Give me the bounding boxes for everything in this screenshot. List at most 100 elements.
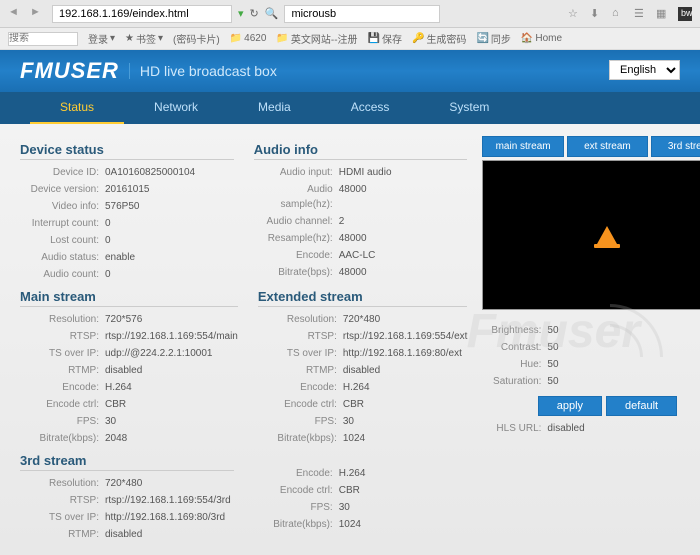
vlc-cone-icon bbox=[597, 226, 617, 244]
ts3-rtsp-value: rtsp://192.168.1.169:554/3rd bbox=[105, 493, 231, 508]
audio-encode-value: AAC-LC bbox=[339, 248, 376, 263]
url-input[interactable] bbox=[52, 5, 232, 23]
interrupt-count-value: 0 bbox=[105, 216, 111, 231]
home-item[interactable]: 🏠 Home bbox=[521, 33, 562, 44]
bookmarks-item[interactable]: ★ 书签 ▾ bbox=[125, 31, 163, 46]
browser-address-bar: ◄ ► ▾ ↻ 🔍 ☆ ⬇ ⌂ ☰ ▦ bw bbox=[0, 0, 700, 28]
contrast-value[interactable]: 50 bbox=[547, 342, 700, 353]
audio-count-label: Audio count: bbox=[20, 267, 105, 282]
search-icon: 🔍 bbox=[265, 7, 279, 20]
home-icon[interactable]: ⌂ bbox=[612, 7, 626, 21]
es-encodectrl-value: CBR bbox=[343, 397, 364, 412]
ms-encode-label: Encode: bbox=[20, 380, 105, 395]
audio-channel-value: 2 bbox=[339, 214, 345, 229]
device-id-label: Device ID: bbox=[20, 165, 105, 180]
audio-bitrate-value: 48000 bbox=[339, 265, 367, 280]
es-encode-value: H.264 bbox=[343, 380, 370, 395]
tab-3rd-stream[interactable]: 3rd stream bbox=[651, 136, 700, 157]
app-header: FMUSER HD live broadcast box English bbox=[0, 50, 700, 92]
hue-value[interactable]: 50 bbox=[547, 359, 700, 370]
language-select[interactable]: English bbox=[609, 60, 680, 80]
num-item[interactable]: 📁 4620 bbox=[230, 33, 267, 44]
es-ts-value: http://192.168.1.169:80/ext bbox=[343, 346, 462, 361]
tab-ext-stream[interactable]: ext stream bbox=[567, 136, 648, 157]
es-resolution-label: Resolution: bbox=[258, 312, 343, 327]
ts3-resolution-value: 720*480 bbox=[105, 476, 142, 491]
resample-value: 48000 bbox=[339, 231, 367, 246]
ms-rtmp-value: disabled bbox=[105, 363, 142, 378]
es-rtmp-value: disabled bbox=[343, 363, 380, 378]
es-resolution-value: 720*480 bbox=[343, 312, 380, 327]
logo: FMUSER bbox=[20, 58, 119, 84]
saturation-value[interactable]: 50 bbox=[547, 376, 700, 387]
ensite-item[interactable]: 📁 英文网站--注册 bbox=[276, 31, 357, 46]
ms-rtsp-value: rtsp://192.168.1.169:554/main bbox=[105, 329, 238, 344]
ms-encode-value: H.264 bbox=[105, 380, 132, 395]
video-info-label: Video info: bbox=[20, 199, 105, 214]
genpw-item[interactable]: 🔑 生成密码 bbox=[412, 31, 466, 46]
ts3-resolution-label: Resolution: bbox=[20, 476, 105, 491]
ms-ts-label: TS over IP: bbox=[20, 346, 105, 361]
sync-item[interactable]: 🔄 同步 bbox=[476, 31, 510, 46]
save-item[interactable]: 💾 保存 bbox=[368, 31, 402, 46]
audio-count-value: 0 bbox=[105, 267, 111, 282]
audio-sample-value: 48000 bbox=[339, 182, 367, 212]
audio-input-label: Audio input: bbox=[254, 165, 339, 180]
video-preview[interactable] bbox=[482, 160, 700, 310]
apply-button[interactable]: apply bbox=[538, 396, 602, 416]
ts3-bitrate-label: Bitrate(kbps): bbox=[254, 517, 339, 532]
back-icon[interactable]: ◄ bbox=[8, 6, 24, 22]
nav-system[interactable]: System bbox=[419, 92, 519, 124]
download-icon[interactable]: ⬇ bbox=[590, 7, 604, 21]
es-ts-label: TS over IP: bbox=[258, 346, 343, 361]
device-version-label: Device version: bbox=[20, 182, 105, 197]
ms-resolution-value: 720*576 bbox=[105, 312, 142, 327]
star-icon[interactable]: ☆ bbox=[568, 7, 582, 21]
resample-label: Resample(hz): bbox=[254, 231, 339, 246]
es-bitrate-label: Bitrate(kbps): bbox=[258, 431, 343, 446]
ms-fps-label: FPS: bbox=[20, 414, 105, 429]
ms-rtsp-label: RTSP: bbox=[20, 329, 105, 344]
es-encode-label: Encode: bbox=[258, 380, 343, 395]
pwcard-item[interactable]: (密码卡片) bbox=[173, 31, 220, 46]
grid-icon[interactable]: ▦ bbox=[656, 7, 670, 21]
device-status-title: Device status bbox=[20, 142, 234, 160]
nav-media[interactable]: Media bbox=[228, 92, 321, 124]
toolbar-search[interactable] bbox=[8, 32, 78, 46]
hls-value: disabled bbox=[547, 423, 700, 434]
browser-search-input[interactable] bbox=[284, 5, 440, 23]
hue-label: Hue: bbox=[482, 359, 547, 370]
nav-access[interactable]: Access bbox=[321, 92, 420, 124]
ts3-encodectrl-label: Encode ctrl: bbox=[254, 483, 339, 498]
hls-label: HLS URL: bbox=[482, 423, 547, 434]
ext-icon[interactable]: bw bbox=[678, 7, 692, 21]
nav-status[interactable]: Status bbox=[30, 92, 124, 124]
brightness-label: Brightness: bbox=[482, 325, 547, 336]
lost-count-label: Lost count: bbox=[20, 233, 105, 248]
es-encodectrl-label: Encode ctrl: bbox=[258, 397, 343, 412]
ts3-ts-value: http://192.168.1.169:80/3rd bbox=[105, 510, 225, 525]
nav-network[interactable]: Network bbox=[124, 92, 228, 124]
forward-icon[interactable]: ► bbox=[30, 6, 46, 22]
app-subtitle: HD live broadcast box bbox=[129, 63, 277, 79]
default-button[interactable]: default bbox=[606, 396, 677, 416]
saturation-label: Saturation: bbox=[482, 376, 547, 387]
ms-ts-value: udp://@224.2.2.1:10001 bbox=[105, 346, 212, 361]
es-fps-label: FPS: bbox=[258, 414, 343, 429]
lost-count-value: 0 bbox=[105, 233, 111, 248]
ts3-encode-label: Encode: bbox=[254, 466, 339, 481]
ts3-ts-label: TS over IP: bbox=[20, 510, 105, 525]
device-id-value: 0A10160825000104 bbox=[105, 165, 195, 180]
ms-resolution-label: Resolution: bbox=[20, 312, 105, 327]
ts3-rtmp-value: disabled bbox=[105, 527, 142, 542]
reload-icon[interactable]: ↻ bbox=[250, 7, 259, 20]
menu-icon[interactable]: ☰ bbox=[634, 7, 648, 21]
login-item[interactable]: 登录 ▾ bbox=[88, 31, 115, 46]
audio-status-label: Audio status: bbox=[20, 250, 105, 265]
ms-fps-value: 30 bbox=[105, 414, 116, 429]
brightness-value[interactable]: 50 bbox=[547, 325, 700, 336]
audio-sample-label: Audio sample(hz): bbox=[254, 182, 339, 212]
tab-main-stream[interactable]: main stream bbox=[482, 136, 563, 157]
ts3-fps-label: FPS: bbox=[254, 500, 339, 515]
ts3-rtmp-label: RTMP: bbox=[20, 527, 105, 542]
